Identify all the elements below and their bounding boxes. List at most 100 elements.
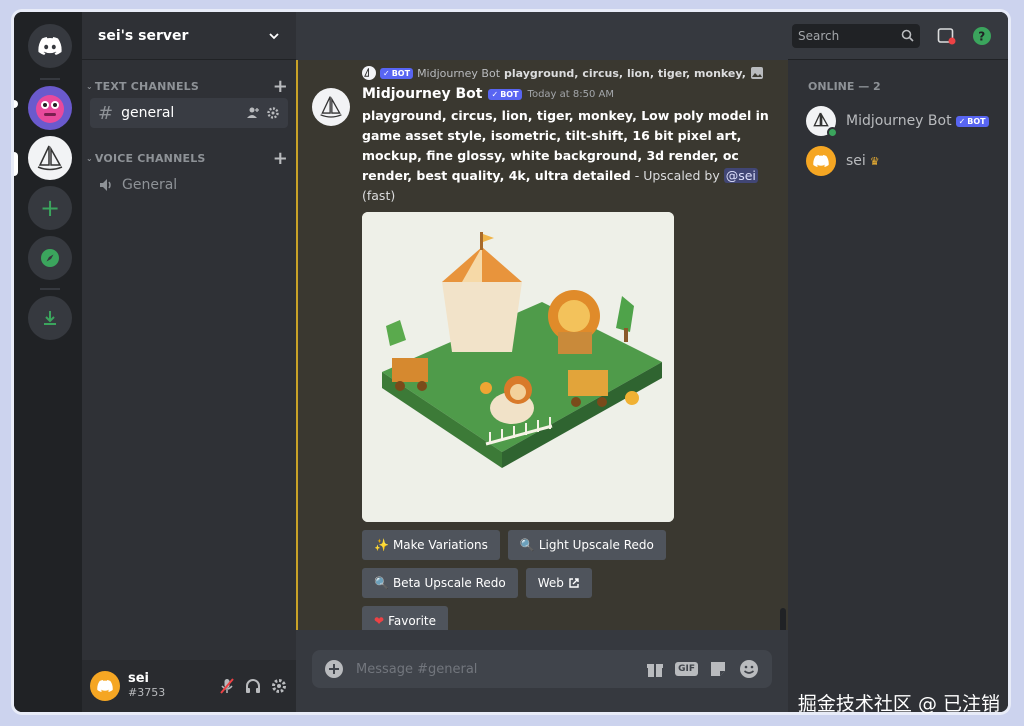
discord-home-button[interactable]	[28, 24, 72, 68]
speaker-icon	[100, 179, 111, 191]
image-icon	[750, 67, 763, 79]
download-icon	[44, 311, 56, 325]
make-variations-button[interactable]: ✨ Make Variations	[362, 530, 500, 560]
gear-icon[interactable]	[266, 106, 280, 120]
discord-logo-icon	[813, 155, 829, 167]
selected-pill	[14, 152, 18, 176]
gear-icon[interactable]	[270, 677, 288, 695]
bot-label: BOT	[391, 68, 411, 78]
plus-icon: +	[39, 194, 61, 222]
heart-icon: ❤	[374, 614, 385, 628]
chevron-down-icon: ⌄	[86, 153, 93, 163]
emoji-icon[interactable]	[738, 658, 760, 680]
sailboat-icon	[362, 66, 376, 80]
member-sei[interactable]: sei ♛	[800, 141, 996, 181]
user-avatar[interactable]	[90, 671, 120, 701]
headphones-icon[interactable]	[244, 677, 262, 695]
channel-name: General	[122, 177, 178, 193]
channel-voice-general[interactable]: General	[90, 170, 288, 200]
rail-separator	[40, 78, 60, 80]
channel-general[interactable]: # general	[90, 98, 288, 128]
reply-excerpt: playground, circus, lion, tiger, monkey,	[504, 66, 746, 80]
add-attachment-icon[interactable]	[324, 659, 344, 679]
button-label: Make Variations	[392, 538, 488, 552]
message-timestamp: Today at 8:50 AM	[527, 88, 614, 100]
search-input[interactable]: Search	[792, 23, 920, 48]
generated-image[interactable]	[362, 212, 674, 522]
bot-label: BOT	[500, 89, 519, 99]
button-label: Favorite	[388, 614, 437, 628]
rail-separator	[40, 288, 60, 290]
online-heading: ONLINE — 2	[808, 80, 881, 93]
favorite-button[interactable]: ❤ Favorite	[362, 606, 449, 630]
server-icon-sei[interactable]	[28, 136, 72, 180]
create-channel-icon[interactable]: +	[273, 148, 288, 169]
online-status-dot	[827, 127, 838, 138]
watermark-text: 掘金技术社区 @ 已注销	[797, 693, 1000, 715]
magnifier-icon: 🔍	[374, 576, 389, 590]
discord-logo-icon	[97, 680, 113, 692]
external-link-icon	[569, 578, 579, 588]
message-text: playground, circus, lion, tiger, monkey,…	[362, 106, 772, 206]
user-mention[interactable]: @sei	[723, 168, 758, 183]
member-midjourney-bot[interactable]: Midjourney Bot ✓ BOT	[800, 101, 996, 141]
category-label: VOICE CHANNELS	[94, 151, 206, 165]
bot-avatar[interactable]	[312, 88, 350, 126]
sparkles-icon: ✨	[374, 538, 389, 552]
user-tag: #3753	[128, 686, 166, 699]
sailboat-icon	[37, 145, 63, 171]
gift-icon[interactable]	[645, 659, 665, 679]
bot-label: BOT	[967, 116, 986, 126]
download-apps-button[interactable]	[28, 296, 72, 340]
chevron-down-icon	[269, 32, 279, 39]
mic-muted-icon[interactable]	[218, 677, 236, 695]
chevron-down-icon: ⌄	[86, 81, 93, 91]
beta-upscale-redo-button[interactable]: 🔍 Beta Upscale Redo	[362, 568, 518, 598]
add-server-button[interactable]: +	[28, 186, 72, 230]
category-voice-channels[interactable]: ⌄ VOICE CHANNELS +	[82, 148, 296, 169]
category-text-channels[interactable]: ⌄ TEXT CHANNELS +	[82, 76, 296, 97]
speed-text: (fast)	[362, 188, 396, 203]
sticker-icon[interactable]	[708, 659, 728, 679]
message-author[interactable]: Midjourney Bot	[362, 86, 482, 102]
invite-icon[interactable]	[246, 106, 260, 120]
svg-text:?: ?	[978, 29, 985, 43]
gif-icon[interactable]: GIF	[675, 662, 698, 676]
help-icon[interactable]: ?	[972, 26, 992, 46]
channel-name: general	[121, 105, 175, 121]
web-button[interactable]: Web	[525, 568, 592, 598]
message-input[interactable]: Message #general	[356, 662, 633, 677]
server-header[interactable]: sei's server	[82, 12, 296, 60]
server-name: sei's server	[98, 27, 189, 44]
bot-badge: ✓ BOT	[955, 115, 989, 127]
reply-author: Midjourney Bot	[417, 66, 501, 80]
user-panel: sei #3753	[82, 660, 296, 712]
message-composer[interactable]: Message #general GIF	[312, 650, 772, 688]
member-list: ONLINE — 2 Midjourney Bot ✓ BOT sei ♛	[788, 60, 1008, 712]
user-name: sei	[128, 671, 150, 686]
magnifier-icon: 🔍	[519, 538, 535, 552]
unread-pill	[14, 100, 18, 108]
bot-badge: ✓ BOT	[380, 67, 414, 79]
member-name: Midjourney Bot	[846, 113, 952, 129]
message-body: Midjourney Bot ✓ BOT Today at 8:50 AM pl…	[362, 86, 772, 630]
member-avatar	[806, 106, 838, 138]
category-label: TEXT CHANNELS	[94, 79, 199, 93]
button-label: Light Upscale Redo	[538, 538, 654, 552]
bot-badge: ✓ BOT	[488, 88, 522, 100]
inbox-icon[interactable]	[936, 26, 956, 46]
message-scrollbar[interactable]	[780, 608, 786, 630]
compass-icon	[41, 249, 59, 267]
upscaled-by-text: - Upscaled by	[630, 168, 724, 183]
reply-reference[interactable]: ✓ BOT Midjourney Bot playground, circus,…	[362, 66, 764, 80]
server-icon-pink[interactable]	[28, 86, 72, 130]
light-upscale-redo-button[interactable]: 🔍 Light Upscale Redo	[507, 530, 666, 560]
server-rail: +	[14, 12, 82, 712]
circus-illustration	[362, 212, 674, 522]
discord-window: + sei's server ⌄ TEXT CHANNELS + # gener…	[14, 12, 1008, 712]
create-channel-icon[interactable]: +	[273, 76, 288, 97]
explore-servers-button[interactable]	[28, 236, 72, 280]
search-placeholder: Search	[798, 28, 840, 43]
message-list: ✓ BOT Midjourney Bot playground, circus,…	[296, 60, 788, 630]
sailboat-icon	[320, 96, 342, 118]
